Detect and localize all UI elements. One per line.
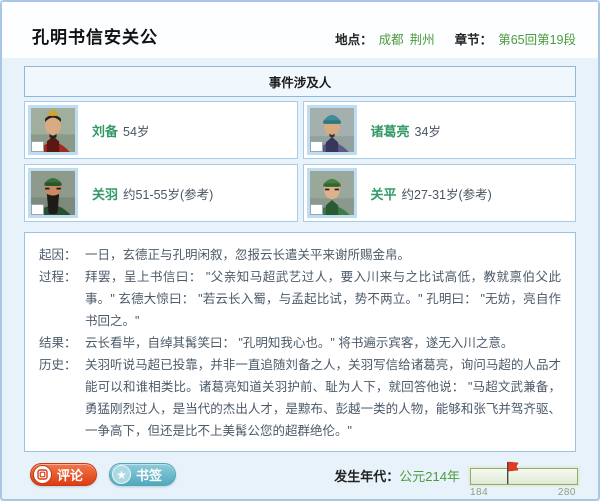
section-cause: 起因： 一日，玄德正与孔明闲叙，忽报云长遣关平来谢所赐金帛。 (39, 244, 561, 266)
person-name: 诸葛亮 (370, 123, 410, 139)
guanyu-portrait[interactable] (28, 168, 78, 218)
person-info: 刘备 54岁 (92, 121, 149, 140)
person-name: 关羽 (92, 186, 119, 202)
portrait-checkbox[interactable] (309, 141, 323, 152)
year-value: 公元214年 (399, 469, 460, 484)
event-detail-panel: 起因： 一日，玄德正与孔明闲叙，忽报云长遣关平来谢所赐金帛。 过程： 拜罢，呈上… (24, 232, 576, 452)
person-age: 54岁 (123, 124, 150, 139)
section-history: 历史： 关羽听说马超已投靠，并非一直追随刘备之人，关羽写信给诸葛亮，询问马超的人… (39, 354, 561, 442)
section-result-label: 结果： (39, 336, 77, 350)
timeline-track[interactable] (470, 461, 578, 485)
event-meta: 地点： 成都 荆州 章节： 第65回第19段 (335, 29, 576, 48)
person-name: 关平 (370, 186, 397, 202)
location-link-chengdu[interactable]: 成都 (379, 29, 404, 48)
location-label: 地点： (335, 33, 373, 47)
people-grid: 刘备 54岁 诸葛亮 34岁 关羽 约51-55岁(参考) 关平 约27-31岁… (24, 101, 576, 222)
timeline-slider[interactable]: 184 280 (470, 461, 578, 498)
section-process-text: 拜罢，呈上书信曰： "父亲知马超武艺过人，要入川来与之比试高低，教就禀伯父此事。… (85, 270, 561, 328)
timeline-min-label: 184 (470, 487, 489, 498)
bookmark-button-label: 书签 (136, 468, 163, 483)
person-card-zhugeliang[interactable]: 诸葛亮 34岁 (302, 101, 576, 159)
people-panel: 事件涉及人 刘备 54岁 诸葛亮 34岁 关羽 约51-55岁(参考) 关平 约… (24, 66, 576, 222)
comment-icon (33, 465, 52, 484)
portrait-checkbox[interactable] (31, 204, 44, 215)
person-info: 诸葛亮 34岁 (371, 121, 441, 140)
comment-button[interactable]: 评论 (30, 463, 98, 486)
guanping-portrait[interactable] (306, 168, 357, 218)
page-header: 孔明书信安关公 地点： 成都 荆州 章节： 第65回第19段 (2, 2, 598, 58)
section-process-label: 过程： (39, 270, 77, 284)
location-link-jingzhou[interactable]: 荆州 (410, 29, 435, 48)
section-history-label: 历史： (39, 358, 77, 372)
liubei-portrait[interactable] (28, 105, 78, 155)
person-age: 34岁 (414, 124, 441, 139)
event-year-group: 发生年代： 公元214年 184 280 (334, 461, 578, 498)
section-result-text: 云长看毕，自绰其髯笑曰： "孔明知我心也。" 将书遍示宾客，遂无入川之意。 (85, 336, 514, 350)
person-name: 刘备 (92, 123, 119, 139)
bookmark-button[interactable]: ★ 书签 (109, 463, 177, 486)
section-cause-label: 起因： (39, 248, 77, 262)
timeline-flag-marker[interactable] (504, 460, 520, 486)
people-panel-title: 事件涉及人 (24, 66, 576, 97)
person-info: 关平 约27-31岁(参考) (371, 184, 492, 203)
person-card-guanyu[interactable]: 关羽 约51-55岁(参考) (24, 164, 298, 222)
zhugeliang-portrait[interactable] (306, 105, 357, 155)
section-process: 过程： 拜罢，呈上书信曰： "父亲知马超武艺过人，要入川来与之比试高低，教就禀伯… (39, 266, 561, 332)
timeline-max-label: 280 (557, 487, 576, 498)
chapter-label: 章节： (454, 33, 493, 47)
page-title: 孔明书信安关公 (32, 28, 158, 47)
chapter-link[interactable]: 第65回第19段 (498, 29, 576, 48)
year-label: 发生年代： (334, 469, 400, 484)
section-cause-text: 一日，玄德正与孔明闲叙，忽报云长遣关平来谢所赐金帛。 (85, 248, 411, 262)
person-age: 约51-55岁(参考) (123, 187, 214, 202)
person-card-guanping[interactable]: 关平 约27-31岁(参考) (302, 164, 576, 222)
section-result: 结果： 云长看毕，自绰其髯笑曰： "孔明知我心也。" 将书遍示宾客，遂无入川之意… (39, 332, 561, 354)
portrait-checkbox[interactable] (31, 141, 44, 152)
star-icon: ★ (112, 465, 132, 484)
section-history-text: 关羽听说马超已投靠，并非一直追随刘备之人，关羽写信给诸葛亮，询问马超的人品才能可… (85, 358, 561, 438)
portrait-checkbox[interactable] (309, 204, 323, 215)
person-age: 约27-31岁(参考) (401, 187, 492, 202)
person-card-liubei[interactable]: 刘备 54岁 (24, 101, 298, 159)
comment-button-label: 评论 (57, 468, 84, 483)
footer-bar: 评论 ★ 书签 发生年代： 公元214年 184 280 (2, 452, 598, 498)
person-info: 关羽 约51-55岁(参考) (92, 184, 213, 203)
